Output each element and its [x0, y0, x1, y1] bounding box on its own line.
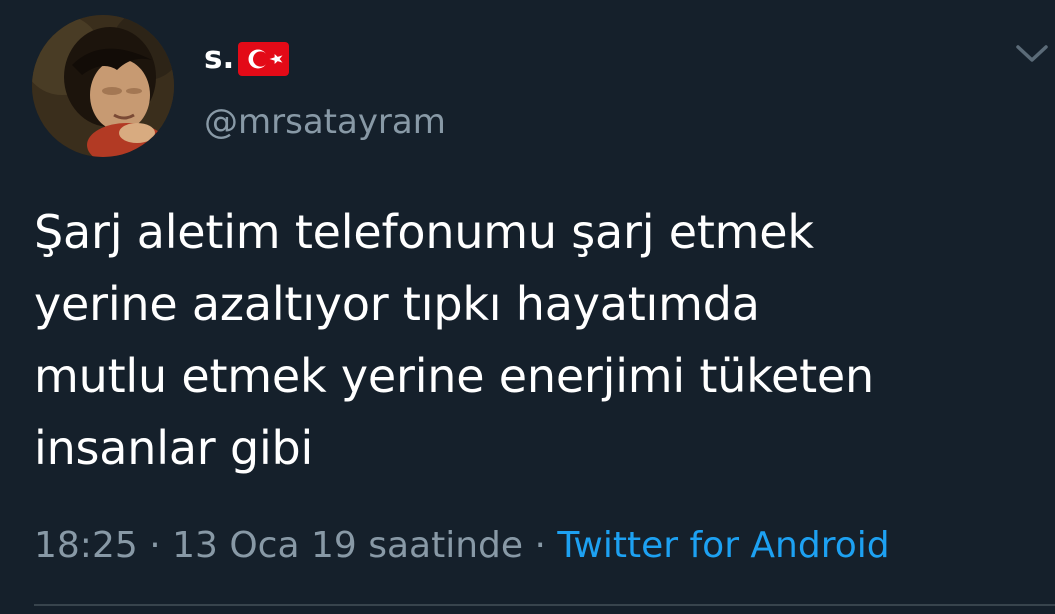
meta-separator: ·: [137, 525, 173, 566]
display-name[interactable]: s.: [204, 36, 234, 80]
tweet-source-link[interactable]: Twitter for Android: [557, 525, 889, 566]
avatar-image: [32, 15, 174, 157]
avatar[interactable]: [32, 15, 174, 157]
tweet-meta: 18:25 · 13 Oca 19 saatinde · Twitter for…: [34, 520, 890, 572]
user-handle[interactable]: @mrsatayram: [204, 98, 446, 146]
tweet-text: Şarj aletim telefonumu şarj etmek yerine…: [34, 205, 874, 475]
chevron-down-icon[interactable]: [1015, 40, 1049, 66]
tweet-date: 13 Oca 19 saatinde: [172, 525, 524, 566]
meta-separator: ·: [523, 525, 558, 566]
tweet-time: 18:25: [34, 525, 138, 566]
divider: [34, 604, 1055, 606]
turkey-flag-icon: [238, 42, 290, 76]
tweet-card: s. @mrsatayram Şarj aletim telefonumu şa…: [0, 0, 1055, 614]
display-name-row[interactable]: s.: [204, 36, 290, 80]
